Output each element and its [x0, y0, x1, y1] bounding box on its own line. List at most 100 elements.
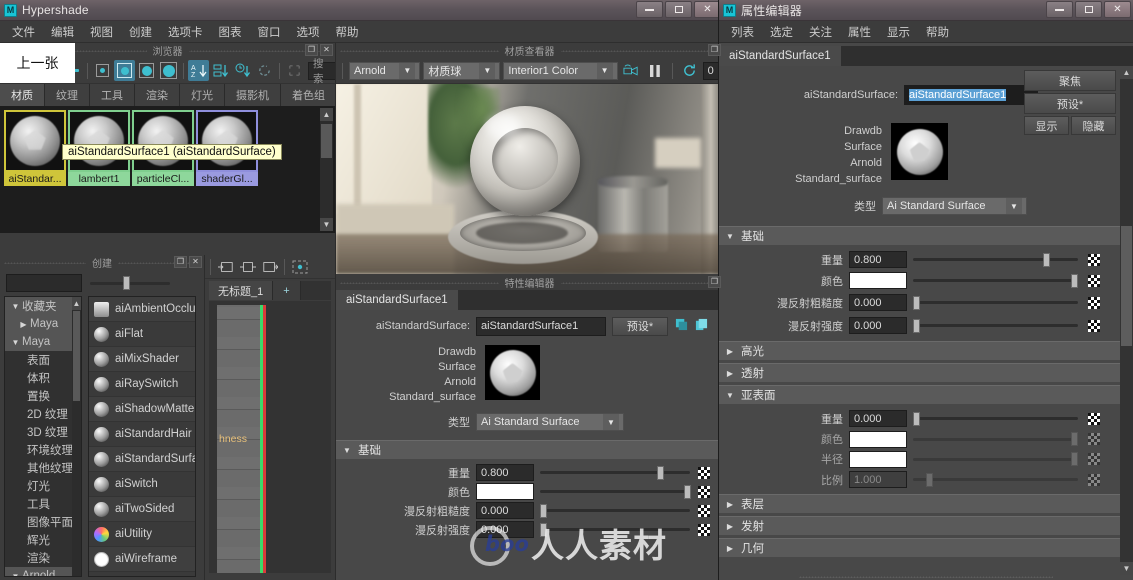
swatch-thumbnail[interactable]: [68, 110, 130, 172]
attr-value-input[interactable]: 0.800: [849, 251, 907, 268]
tree-item-rendering[interactable]: 渲染: [5, 549, 72, 567]
menu-create[interactable]: 创建: [121, 21, 160, 43]
sort-az-icon[interactable]: AZ: [188, 60, 209, 81]
scrollbar-thumb[interactable]: [321, 124, 332, 158]
create-search-input[interactable]: [6, 274, 82, 292]
scroll-down-icon[interactable]: ▼: [320, 218, 333, 231]
attr-color-swatch[interactable]: [849, 450, 907, 468]
attribute-editor-scrollbar[interactable]: ▲ ▼: [1120, 66, 1133, 575]
list-item[interactable]: aiShadowMatte: [89, 397, 195, 422]
attr-map-button[interactable]: [1088, 296, 1100, 309]
size-small-icon[interactable]: [114, 60, 135, 81]
attr-value-input[interactable]: 0.800: [476, 464, 534, 481]
size-medium-icon[interactable]: [136, 60, 157, 81]
both-conn-icon[interactable]: [237, 256, 258, 277]
copy-tab-icon[interactable]: [695, 318, 708, 334]
attr-slider[interactable]: [540, 464, 690, 481]
menu-options[interactable]: 选项: [289, 21, 328, 43]
list-item[interactable]: aiStandardVolun: [89, 572, 195, 576]
tree-item-arnold[interactable]: ▼ Arnold: [5, 567, 72, 576]
previous-image-overlay[interactable]: 上一张: [0, 43, 75, 83]
attr-color-swatch[interactable]: [849, 272, 907, 289]
scrollbar-thumb[interactable]: [1121, 226, 1132, 346]
tab-shading-groups[interactable]: 着色组: [281, 84, 335, 106]
section-header-base[interactable]: ▼ 基础: [336, 440, 723, 460]
tree-item-utilities[interactable]: 工具: [5, 495, 72, 513]
tree-item-favorites[interactable]: ▼ 收藏夹: [5, 297, 72, 315]
create-category-tree[interactable]: ▼ 收藏夹 ▶ Maya ▼ Maya 表面 体积 置换 2D 纹理 3D 纹理…: [4, 296, 82, 577]
section-header-emission[interactable]: ▶ 发射: [719, 516, 1133, 536]
attr-value-input[interactable]: 0.000: [476, 521, 534, 538]
attribute-editor-tab[interactable]: aiStandardSurface1: [719, 46, 841, 66]
sort-type-icon[interactable]: [210, 60, 231, 81]
undock-icon[interactable]: ❐: [174, 256, 187, 268]
menu-attributes[interactable]: 属性: [840, 21, 879, 43]
camera-refresh-icon[interactable]: [621, 60, 642, 81]
attr-map-button[interactable]: [1088, 274, 1100, 287]
size-large-icon[interactable]: [158, 60, 179, 81]
tree-item-displacement[interactable]: 置换: [5, 387, 72, 405]
size-tiny-icon[interactable]: [92, 60, 113, 81]
menu-list[interactable]: 列表: [723, 21, 762, 43]
scroll-up-icon[interactable]: ▲: [320, 108, 333, 121]
attr-slider[interactable]: [913, 294, 1078, 311]
renderer-dropdown[interactable]: Arnold ▼: [349, 61, 421, 80]
reload-icon[interactable]: [679, 60, 700, 81]
close-button[interactable]: ✕: [1104, 1, 1131, 18]
attr-map-button[interactable]: [698, 523, 710, 536]
type-dropdown[interactable]: Ai Standard Surface ▼: [476, 413, 624, 431]
undock-icon[interactable]: ❐: [305, 44, 318, 56]
section-header-subsurface[interactable]: ▼ 亚表面: [719, 385, 1133, 405]
load-attrs-icon[interactable]: [675, 318, 688, 334]
list-item[interactable]: aiWireframe: [89, 547, 195, 572]
list-item[interactable]: lambert1: [68, 110, 130, 229]
tab-rendering[interactable]: 渲染: [135, 84, 180, 106]
attr-slider[interactable]: [913, 272, 1079, 289]
attr-value-input[interactable]: 0.000: [476, 502, 534, 519]
section-header-coat[interactable]: ▶ 表层: [719, 494, 1133, 514]
menu-help[interactable]: 帮助: [328, 21, 367, 43]
menu-file[interactable]: 文件: [4, 21, 43, 43]
tab-materials[interactable]: 材质: [0, 84, 45, 106]
property-editor-tab[interactable]: aiStandardSurface1: [336, 290, 458, 310]
tab-cameras[interactable]: 摄影机: [225, 84, 281, 106]
hide-button[interactable]: 隐藏: [1071, 116, 1116, 135]
list-item[interactable]: shaderGl...: [196, 110, 258, 229]
focus-button[interactable]: 聚焦: [1024, 70, 1116, 91]
section-header-transmission[interactable]: ▶ 透射: [719, 363, 1133, 383]
section-header-base[interactable]: ▼ 基础: [719, 226, 1133, 246]
menu-help[interactable]: 帮助: [918, 21, 957, 43]
type-dropdown[interactable]: Ai Standard Surface ▼: [882, 197, 1027, 215]
material-preview-render[interactable]: [336, 84, 723, 274]
attr-map-button[interactable]: [1088, 433, 1100, 445]
attr-map-button[interactable]: [1088, 319, 1100, 332]
attr-map-button[interactable]: [698, 485, 710, 498]
attr-slider[interactable]: [540, 502, 690, 519]
tree-item-glow[interactable]: 辉光: [5, 531, 72, 549]
attr-map-button[interactable]: [698, 504, 710, 517]
attr-slider[interactable]: [913, 251, 1078, 268]
list-item[interactable]: particleCl...: [132, 110, 194, 229]
attr-value-input[interactable]: 0.000: [849, 294, 907, 311]
tree-item-3d-textures[interactable]: 3D 纹理: [5, 423, 72, 441]
sort-time-icon[interactable]: [232, 60, 253, 81]
tree-item-maya-fav[interactable]: ▶ Maya: [5, 315, 72, 333]
list-item[interactable]: aiRaySwitch: [89, 372, 195, 397]
node-preview-thumbnail[interactable]: [485, 345, 540, 400]
show-button[interactable]: 显示: [1024, 116, 1069, 135]
scrollbar-thumb[interactable]: [73, 311, 80, 401]
scroll-up-icon[interactable]: ▲: [1120, 66, 1133, 79]
menu-selected[interactable]: 选定: [762, 21, 801, 43]
refresh-icon[interactable]: [254, 60, 275, 81]
swatch-thumbnail[interactable]: [196, 110, 258, 172]
maximize-button[interactable]: [1075, 1, 1102, 18]
attr-slider[interactable]: [913, 317, 1078, 334]
section-header-specular[interactable]: ▶ 高光: [719, 341, 1133, 361]
attr-slider[interactable]: [540, 521, 690, 538]
rearrange-icon[interactable]: [289, 256, 310, 277]
list-item[interactable]: aiStandardHair: [89, 422, 195, 447]
tree-item-image-planes[interactable]: 图像平面: [5, 513, 73, 531]
maximize-button[interactable]: [665, 1, 692, 18]
menu-tabs[interactable]: 选项卡: [160, 21, 211, 43]
menu-window[interactable]: 窗口: [250, 21, 289, 43]
